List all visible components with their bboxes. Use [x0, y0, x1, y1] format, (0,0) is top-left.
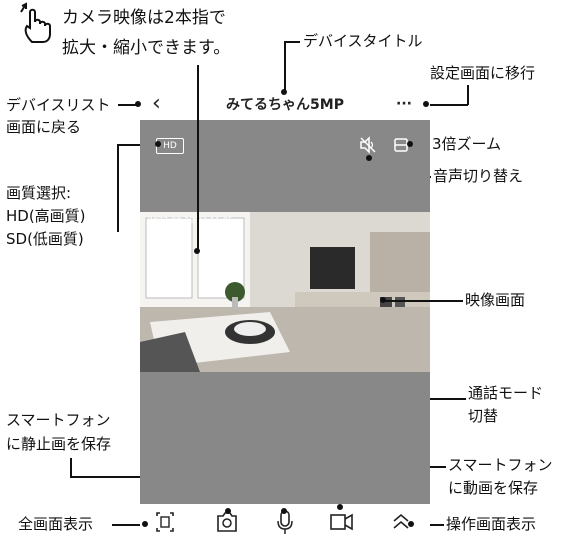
device-title-annotation: デバイスタイトル — [303, 32, 423, 50]
video-screen-annotation: 映像画面 — [465, 291, 526, 309]
pinch-instruction-line2: 拡大・縮小できます。 — [62, 38, 231, 58]
snapshot-annotation-line1: スマートフォン — [6, 411, 111, 429]
record-annotation-line1: スマートフォン — [448, 456, 553, 474]
app-screen: ‹ みてるちゃん5MP ··· HD 2022-09-19 23:11:05 — [140, 90, 430, 540]
snapshot-annotation-line2: に静止画を保存 — [6, 435, 112, 453]
audio-annotation: 音声切り替え — [433, 167, 524, 185]
device-list-annotation-line2: 画面に戻る — [6, 118, 82, 136]
quality-annotation-line2: HD(高画質) — [6, 207, 86, 225]
quality-annotation-line1: 画質選択: — [6, 184, 72, 202]
device-list-annotation-line1: デバイスリスト — [6, 96, 111, 114]
more-dots-icon[interactable]: ··· — [396, 96, 412, 112]
fullscreen-annotation: 全画面表示 — [18, 515, 94, 533]
settings-annotation: 設定画面に移行 — [430, 64, 536, 82]
quality-annotation-line3: SD(低画質) — [6, 230, 84, 248]
zoom-annotation: 3倍ズーム — [432, 135, 502, 153]
talk-annotation-line2: 切替 — [468, 407, 499, 425]
record-annotation-line2: に動画を保存 — [448, 479, 539, 497]
pinch-instruction-line1: カメラ映像は2本指で — [62, 8, 226, 28]
pinch-gesture-icon — [18, 2, 60, 44]
operation-screen-annotation: 操作画面表示 — [446, 515, 537, 533]
video-timestamp: 2022-09-19 23:11:05 — [148, 216, 233, 225]
speaker-muted-icon[interactable] — [359, 136, 377, 154]
fullscreen-icon[interactable] — [150, 504, 180, 540]
talk-annotation-line1: 通話モード — [468, 384, 544, 402]
camera-video-feed[interactable] — [140, 212, 430, 372]
